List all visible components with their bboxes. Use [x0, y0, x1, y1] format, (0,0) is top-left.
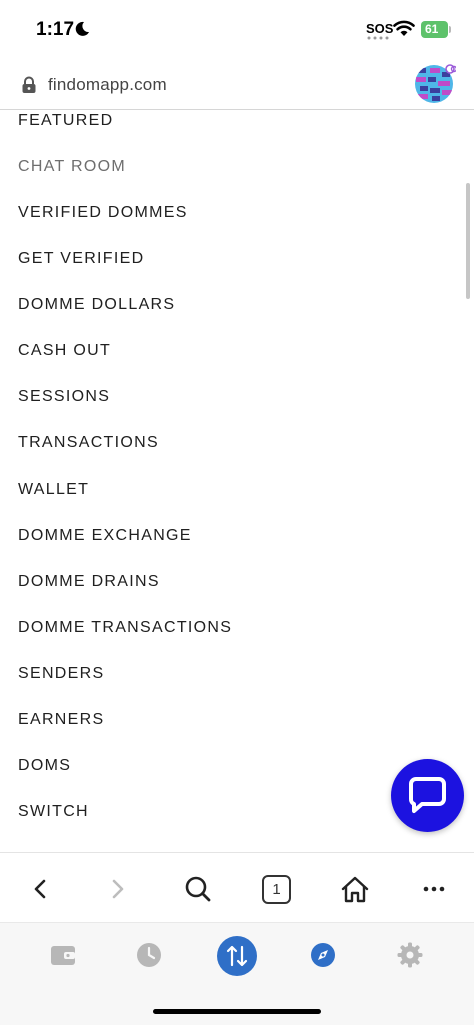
- search-icon[interactable]: [184, 875, 212, 903]
- menu-item-get-verified[interactable]: GET VERIFIED: [18, 250, 144, 268]
- back-icon[interactable]: [30, 875, 50, 903]
- moon-icon: [75, 21, 89, 36]
- battery-indicator: 61: [421, 21, 451, 38]
- battery-level: 61: [421, 21, 448, 38]
- menu-item-chat-room[interactable]: CHAT ROOM: [18, 158, 126, 176]
- browser-toolbar: 1: [0, 852, 474, 922]
- sos-label: SOS: [366, 21, 394, 36]
- menu-item-domme-exchange[interactable]: DOMME EXCHANGE: [18, 527, 192, 545]
- wifi-icon: [393, 20, 415, 36]
- menu-item-earners[interactable]: EARNERS: [18, 711, 104, 729]
- home-icon[interactable]: [340, 875, 370, 903]
- menu-item-featured[interactable]: FEATURED: [18, 112, 113, 130]
- status-time: 1:17: [36, 19, 75, 40]
- menu-item-cash-out[interactable]: CASH OUT: [18, 342, 111, 360]
- address-bar[interactable]: findomapp.com: [0, 60, 474, 110]
- status-bar: 1:17 SOS 61: [0, 0, 474, 60]
- menu-item-verified-dommes[interactable]: VERIFIED DOMMES: [18, 204, 188, 222]
- scrollbar[interactable]: [466, 183, 470, 299]
- chat-bubble-icon: [409, 777, 446, 813]
- signal-dots-icon: [367, 36, 389, 40]
- lock-icon: [22, 76, 36, 93]
- home-indicator[interactable]: [153, 1009, 321, 1014]
- menu-item-transactions[interactable]: TRANSACTIONS: [18, 434, 159, 452]
- gear-icon[interactable]: [397, 942, 423, 968]
- menu-item-domme-dollars[interactable]: DOMME DOLLARS: [18, 296, 175, 314]
- menu-item-domme-drains[interactable]: DOMME DRAINS: [18, 573, 160, 591]
- menu-item-switch[interactable]: SWITCH: [18, 803, 89, 821]
- chat-button[interactable]: [391, 759, 464, 832]
- menu-item-senders[interactable]: SENDERS: [18, 665, 104, 683]
- battery-tip: [449, 26, 451, 33]
- menu-item-domme-transactions[interactable]: DOMME TRANSACTIONS: [18, 619, 232, 637]
- tabs-icon[interactable]: 1: [262, 875, 291, 904]
- menu-item-doms[interactable]: DOMS: [18, 757, 71, 775]
- wallet-icon[interactable]: [50, 943, 76, 967]
- menu-item-wallet[interactable]: WALLET: [18, 481, 89, 499]
- compass-icon[interactable]: [310, 942, 336, 968]
- menu-item-sessions[interactable]: SESSIONS: [18, 388, 110, 406]
- more-icon[interactable]: [423, 875, 445, 903]
- forward-icon[interactable]: [108, 875, 128, 903]
- profile-avatar[interactable]: [414, 62, 456, 104]
- transfer-icon[interactable]: [217, 936, 257, 976]
- url-text[interactable]: findomapp.com: [48, 75, 167, 95]
- nav-menu: FEATURED CHAT ROOM VERIFIED DOMMES GET V…: [0, 110, 474, 852]
- clock-icon[interactable]: [136, 942, 162, 968]
